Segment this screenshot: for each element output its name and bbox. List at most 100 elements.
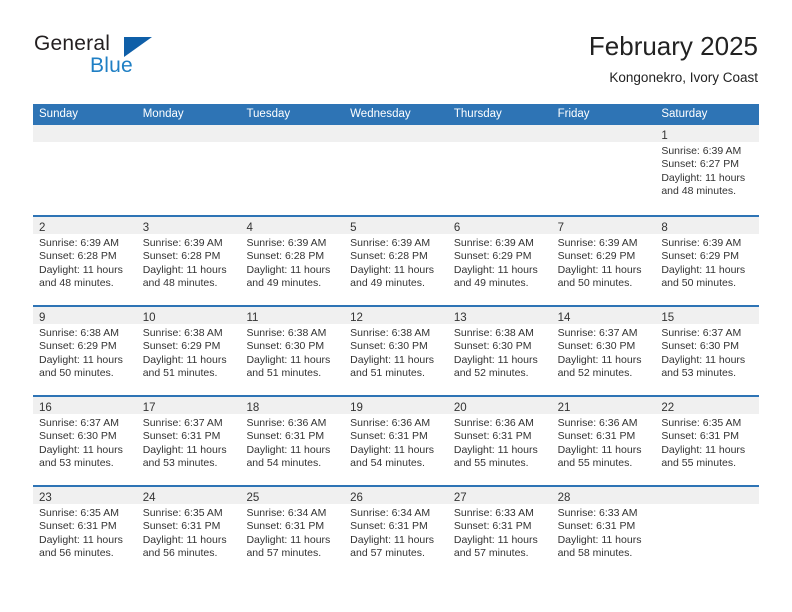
day-detail-line: Daylight: 11 hours <box>453 353 538 366</box>
day-cell-18[interactable]: 18 Sunrise: 6:36 AM Sunset: 6:31 PM Dayligh… <box>240 397 345 485</box>
day-detail-line: and 49 minutes. <box>453 276 529 289</box>
day-details: Sunrise: 6:33 AM Sunset: 6:31 PM Daylight:… <box>448 504 552 560</box>
day-details: Sunrise: 6:34 AM Sunset: 6:31 PM Daylight:… <box>240 504 344 560</box>
day-number-strip <box>33 125 137 142</box>
day-number-strip: 11 <box>240 307 345 324</box>
calendar-grid: Sunday Monday Tuesday Wednesday Thursday Frid… <box>33 104 760 575</box>
day-details: Sunrise: 6:39 AM Sunset: 6:28 PM Daylight:… <box>240 234 344 290</box>
day-cell-24[interactable]: 24 Sunrise: 6:35 AM Sunset: 6:31 PM Dayligh… <box>136 487 241 575</box>
day-detail-line: Sunset: 6:31 PM <box>661 430 739 443</box>
day-cell-6[interactable]: 6 Sunrise: 6:39 AM Sunset: 6:29 PM Daylight… <box>447 217 552 305</box>
generalblue-logo[interactable]: General Blue <box>34 32 174 84</box>
day-number: 6 <box>453 222 461 234</box>
day-detail-line: Daylight: 11 hours <box>142 263 227 276</box>
day-number-strip: 13 <box>447 307 552 324</box>
day-cell-4[interactable]: 4 Sunrise: 6:39 AM Sunset: 6:28 PM Daylight… <box>240 217 345 305</box>
day-cell-17[interactable]: 17 Sunrise: 6:37 AM Sunset: 6:31 PM Dayligh… <box>136 397 241 485</box>
day-number-strip: 20 <box>447 397 552 414</box>
day-detail-line: Sunrise: 6:36 AM <box>246 417 327 429</box>
day-details: Sunrise: 6:37 AM Sunset: 6:30 PM Daylight:… <box>552 324 656 380</box>
day-cell-13[interactable]: 13 Sunrise: 6:38 AM Sunset: 6:30 PM Dayligh… <box>447 307 552 395</box>
day-cell-19[interactable]: 19 Sunrise: 6:36 AM Sunset: 6:31 PM Dayligh… <box>344 397 448 485</box>
day-detail-line: Daylight: 11 hours <box>142 443 227 456</box>
day-cell-25[interactable]: 25 Sunrise: 6:34 AM Sunset: 6:31 PM Dayligh… <box>240 487 345 575</box>
day-detail-line: Daylight: 11 hours <box>453 443 538 456</box>
day-cell-3[interactable]: 3 Sunrise: 6:39 AM Sunset: 6:28 PM Daylight… <box>136 217 241 305</box>
day-details: Sunrise: 6:39 AM Sunset: 6:29 PM Daylight:… <box>448 234 552 290</box>
day-number-strip: 3 <box>136 217 241 234</box>
day-cell-5[interactable]: 5 Sunrise: 6:39 AM Sunset: 6:28 PM Daylight… <box>344 217 448 305</box>
day-detail-line: Sunset: 6:31 PM <box>142 520 221 533</box>
day-cell-22[interactable]: 22 Sunrise: 6:35 AM Sunset: 6:31 PM Dayligh… <box>655 397 760 485</box>
day-detail-line: Daylight: 11 hours <box>661 263 746 276</box>
day-number: 25 <box>246 492 260 504</box>
day-number-strip: 10 <box>136 307 241 324</box>
day-cell-27[interactable]: 27 Sunrise: 6:33 AM Sunset: 6:31 PM Dayligh… <box>447 487 552 575</box>
day-number: 1 <box>661 130 668 142</box>
day-details: Sunrise: 6:38 AM Sunset: 6:29 PM Daylight:… <box>137 324 241 380</box>
day-detail-line: and 56 minutes. <box>142 546 218 559</box>
day-cell-8[interactable]: 8 Sunrise: 6:39 AM Sunset: 6:29 PM Daylight… <box>655 217 760 305</box>
day-detail-line: Sunset: 6:31 PM <box>142 430 221 443</box>
day-detail-line: Daylight: 11 hours <box>661 171 746 184</box>
day-number: 3 <box>142 222 150 234</box>
day-number-strip: 15 <box>655 307 760 324</box>
day-cell-10[interactable]: 10 Sunrise: 6:38 AM Sunset: 6:29 PM Dayligh… <box>136 307 241 395</box>
weekday-header-wednesday: Wednesday <box>350 108 411 120</box>
day-number: 23 <box>39 492 52 504</box>
day-cell-11[interactable]: 11 Sunrise: 6:38 AM Sunset: 6:30 PM Dayligh… <box>240 307 345 395</box>
day-cell-16[interactable]: 16 Sunrise: 6:37 AM Sunset: 6:30 PM Dayligh… <box>33 397 137 485</box>
day-detail-line: Sunrise: 6:33 AM <box>453 507 534 519</box>
day-number: 7 <box>557 222 564 234</box>
day-detail-line: Daylight: 11 hours <box>557 353 642 366</box>
day-cell-12[interactable]: 12 Sunrise: 6:38 AM Sunset: 6:30 PM Dayligh… <box>344 307 448 395</box>
day-detail-line: Sunset: 6:29 PM <box>557 250 636 263</box>
day-detail-line: Sunset: 6:27 PM <box>661 158 739 171</box>
day-cell-28[interactable]: 28 Sunrise: 6:33 AM Sunset: 6:31 PM Dayligh… <box>551 487 656 575</box>
day-number: 8 <box>661 222 668 234</box>
day-details: Sunrise: 6:38 AM Sunset: 6:30 PM Daylight:… <box>240 324 344 380</box>
day-cell-14[interactable]: 14 Sunrise: 6:37 AM Sunset: 6:30 PM Dayligh… <box>551 307 656 395</box>
day-number-strip: 28 <box>551 487 656 504</box>
day-detail-line: Sunset: 6:28 PM <box>246 250 325 263</box>
day-detail-line: Daylight: 11 hours <box>350 533 435 546</box>
day-detail-line: and 50 minutes. <box>39 366 114 379</box>
day-details: Sunrise: 6:37 AM Sunset: 6:30 PM Daylight:… <box>655 324 759 380</box>
day-detail-line: and 55 minutes. <box>453 456 529 469</box>
day-cell-9[interactable]: 9 Sunrise: 6:38 AM Sunset: 6:29 PM Daylight… <box>33 307 137 395</box>
day-cell-15[interactable]: 15 Sunrise: 6:37 AM Sunset: 6:30 PM Dayligh… <box>655 307 760 395</box>
day-detail-line: Sunset: 6:31 PM <box>453 430 532 443</box>
day-number-strip: 27 <box>447 487 552 504</box>
day-cell-20[interactable]: 20 Sunrise: 6:36 AM Sunset: 6:31 PM Dayligh… <box>447 397 552 485</box>
day-detail-line: Sunset: 6:31 PM <box>246 520 325 533</box>
weekday-header-thursday: Thursday <box>453 108 502 120</box>
day-number-strip: 26 <box>344 487 448 504</box>
day-number-strip <box>136 125 241 142</box>
day-detail-line: Sunset: 6:28 PM <box>350 250 428 263</box>
day-cell-1[interactable]: 1 Sunrise: 6:39 AM Sunset: 6:27 PM Daylight… <box>655 125 760 215</box>
day-cell-26[interactable]: 26 Sunrise: 6:34 AM Sunset: 6:31 PM Dayligh… <box>344 487 448 575</box>
day-details: Sunrise: 6:34 AM Sunset: 6:31 PM Daylight:… <box>344 504 448 560</box>
weekday-header-tuesday: Tuesday <box>246 108 291 120</box>
day-number-strip: 5 <box>344 217 448 234</box>
day-detail-line: Sunset: 6:30 PM <box>661 340 739 353</box>
day-cell-23[interactable]: 23 Sunrise: 6:35 AM Sunset: 6:31 PM Dayligh… <box>33 487 137 575</box>
day-cell-21[interactable]: 21 Sunrise: 6:36 AM Sunset: 6:31 PM Dayligh… <box>551 397 656 485</box>
day-number-strip: 12 <box>344 307 448 324</box>
day-cell-empty <box>344 125 448 215</box>
day-number-strip: 1 <box>655 125 760 142</box>
day-detail-line: Sunrise: 6:38 AM <box>39 327 119 339</box>
logo-text-blue: Blue <box>90 54 133 77</box>
day-detail-line: Sunrise: 6:39 AM <box>557 237 638 249</box>
day-detail-line: Sunset: 6:29 PM <box>661 250 739 263</box>
day-detail-line: Sunrise: 6:37 AM <box>557 327 638 339</box>
day-cell-2[interactable]: 2 Sunrise: 6:39 AM Sunset: 6:28 PM Daylight… <box>33 217 137 305</box>
day-cell-7[interactable]: 7 Sunrise: 6:39 AM Sunset: 6:29 PM Daylight… <box>551 217 656 305</box>
calendar-week-row: 16 Sunrise: 6:37 AM Sunset: 6:30 PM Dayligh… <box>33 395 760 485</box>
day-cell-empty <box>551 125 656 215</box>
day-detail-line: Daylight: 11 hours <box>350 443 435 456</box>
day-detail-line: Daylight: 11 hours <box>661 443 746 456</box>
day-number-strip: 25 <box>240 487 345 504</box>
day-detail-line: and 51 minutes. <box>350 366 425 379</box>
day-number: 9 <box>39 312 46 324</box>
